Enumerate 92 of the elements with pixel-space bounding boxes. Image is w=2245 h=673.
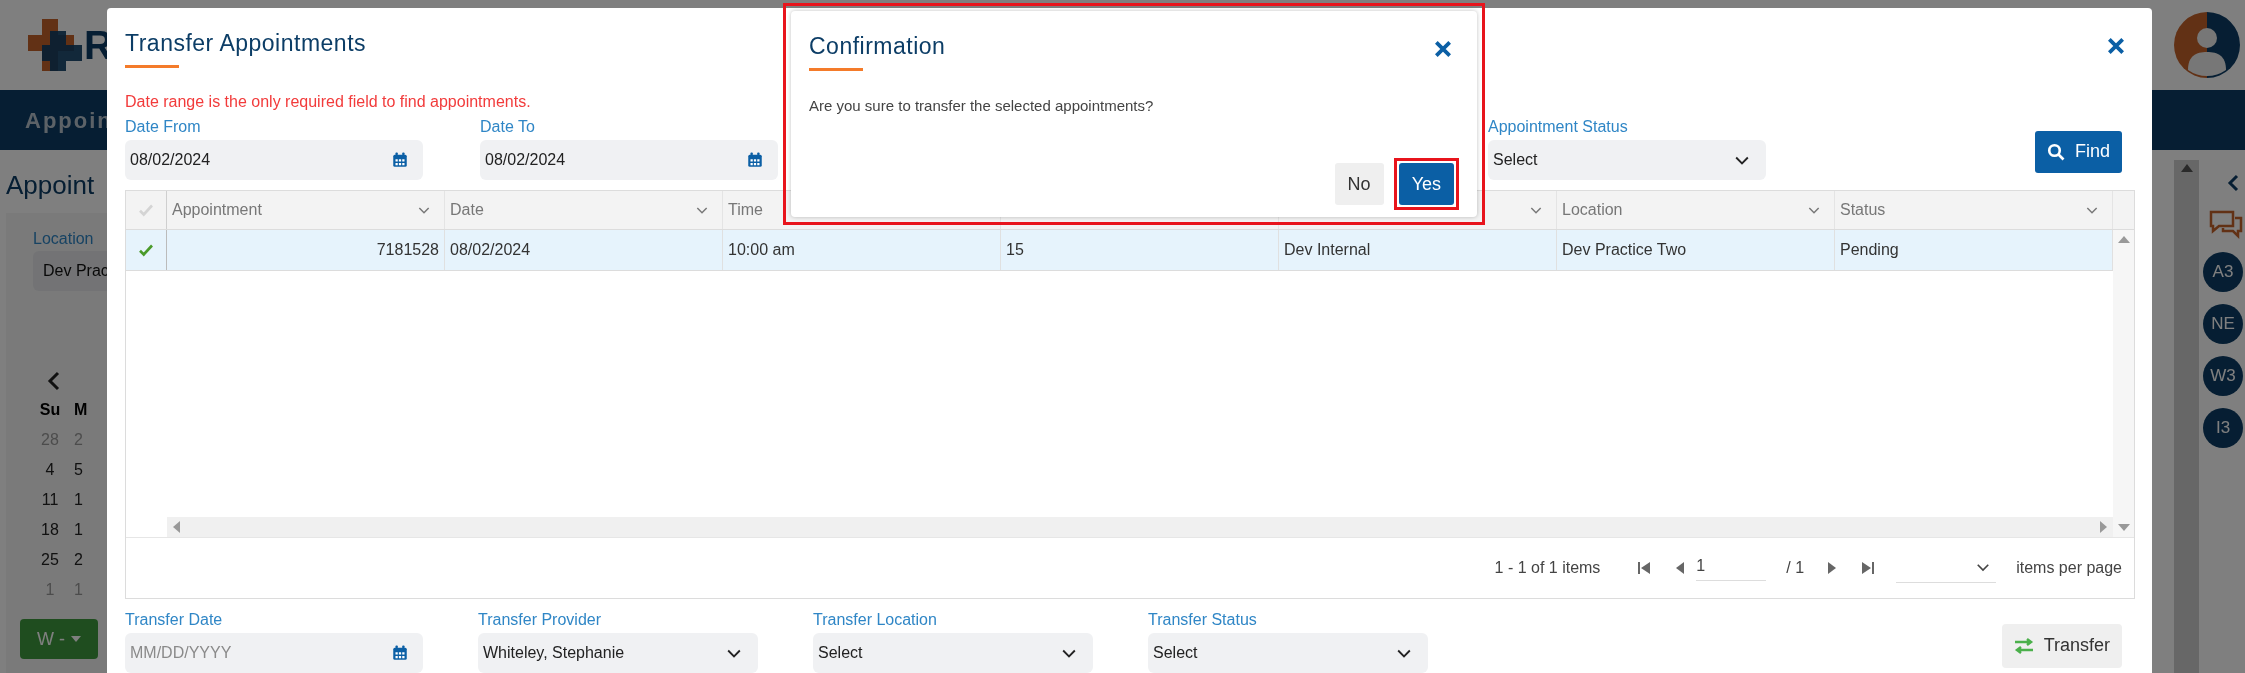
close-icon[interactable] [2106, 36, 2126, 56]
date-field[interactable]: 08/02/2024 [125, 139, 423, 180]
column-title: Appointment [172, 199, 262, 220]
table-cell-text: 10:00 am [728, 239, 795, 260]
column-header[interactable]: Appointment [167, 190, 445, 229]
field-label: Transfer Date [125, 609, 224, 630]
column-title: Date [450, 199, 484, 220]
user-badge[interactable]: I3 [2203, 408, 2243, 448]
select-field[interactable]: Select [813, 632, 1093, 673]
dialog-title: Confirmation [809, 32, 946, 61]
date-field[interactable]: MM/DD/YYYY [125, 632, 423, 673]
calendar-day[interactable]: 2 [70, 545, 106, 575]
table-cell-text: 08/02/2024 [450, 239, 531, 260]
calendar-day[interactable]: 11 [30, 485, 70, 515]
calendar-icon[interactable] [391, 150, 409, 169]
calendar-icon[interactable] [391, 643, 409, 662]
swap-arrows-icon [2013, 637, 2034, 654]
field-value: Select [1153, 642, 1198, 663]
column-title: Status [1840, 199, 1886, 220]
horizontal-scrollbar[interactable] [167, 516, 2113, 537]
last-page-icon[interactable] [1860, 559, 1877, 576]
table-cell-text: Pending [1840, 239, 1899, 260]
table-cell-text: Dev Practice Two [1562, 239, 1687, 260]
user-badge[interactable]: W3 [2203, 356, 2243, 396]
chat-bubbles-icon[interactable] [2209, 210, 2243, 240]
user-badge[interactable]: A3 [2203, 252, 2243, 292]
calendar-day[interactable]: 25 [30, 545, 70, 575]
dialog-button[interactable]: No [1334, 163, 1384, 205]
field-value: Whiteley, Stephanie [483, 642, 625, 663]
field-label: Location [33, 229, 94, 249]
chevron-left-icon[interactable] [2227, 174, 2239, 192]
dialog-button[interactable]: Yes [1398, 163, 1454, 205]
plus-logo-icon [28, 19, 82, 71]
field-value: 08/02/2024 [485, 149, 566, 170]
vertical-scrollbar[interactable] [2113, 229, 2134, 537]
transfer-button[interactable]: Transfer [2001, 623, 2122, 668]
scroll-up-icon [2180, 164, 2193, 172]
table-cell-text: 7181528 [376, 239, 439, 260]
select-field[interactable]: Select [1488, 139, 1766, 180]
page-heading: Appoint [6, 169, 95, 202]
search-icon [2047, 142, 2065, 161]
column-header[interactable]: Location [1557, 190, 1835, 229]
calendar-day[interactable]: 18 [30, 515, 70, 545]
dialog-title: Transfer Appointments [125, 29, 367, 58]
table-cell-text: 15 [1006, 239, 1024, 260]
select-field[interactable]: Whiteley, Stephanie [478, 632, 758, 673]
calendar-icon[interactable] [746, 150, 764, 169]
weekday-label: M [73, 400, 89, 420]
scroll-left-icon [173, 520, 180, 533]
scroll-right-icon [2100, 520, 2107, 533]
caret-icon [71, 636, 81, 642]
page-input[interactable]: 1 [1696, 554, 1767, 581]
scroll-down-icon [2117, 523, 2130, 531]
field-label: Appointment Status [1488, 116, 1629, 137]
avatar-icon[interactable] [2174, 12, 2240, 78]
column-title: Location [1562, 199, 1623, 220]
page-total: / 1 [1786, 557, 1805, 578]
field-label: Transfer Provider [478, 609, 602, 630]
field-label: Transfer Status [1148, 609, 1258, 630]
calendar-day[interactable]: 4 [30, 455, 70, 485]
first-page-icon[interactable] [1636, 559, 1653, 576]
scrollbar[interactable] [2174, 160, 2199, 673]
calendar-day[interactable]: 5 [70, 455, 106, 485]
field-placeholder: MM/DD/YYYY [130, 642, 232, 663]
weekday-label: Su [38, 400, 62, 420]
user-badge[interactable]: NE [2203, 304, 2243, 344]
scroll-up-icon [2117, 235, 2130, 243]
calendar-day[interactable]: 1 [70, 485, 106, 515]
field-label: Date To [480, 116, 536, 137]
view-dropdown-button[interactable]: W - [20, 619, 98, 659]
date-field[interactable]: 08/02/2024 [480, 139, 778, 180]
select-field[interactable]: Select [1148, 632, 1428, 673]
field-value: 08/02/2024 [130, 149, 211, 170]
confirmation-message: Are you sure to transfer the selected appointments? [809, 95, 1154, 116]
field-value: 1 [1696, 557, 1706, 574]
column-header[interactable]: Status [1835, 190, 2113, 229]
field-value: Select [818, 642, 863, 663]
column-title: Time [728, 199, 763, 220]
field-value: Dev Prac [43, 261, 109, 281]
table-row[interactable]: 7181528 08/02/2024 10:00 am 15 Dev Internal Dev Practice Two Pending [126, 229, 2113, 271]
find-button[interactable]: Find [2035, 130, 2122, 173]
column-header[interactable]: Date [445, 190, 723, 229]
field-label: Date From [125, 116, 202, 137]
calendar-day[interactable]: 1 [70, 515, 106, 545]
required-note: Date range is the only required field to find appointments. [125, 91, 531, 112]
field-value: Select [1493, 149, 1538, 170]
pager-label: items per page [2016, 557, 2122, 578]
chevron-left-icon[interactable] [47, 371, 61, 391]
field-label: Transfer Location [813, 609, 938, 630]
pager-summary: 1 - 1 of 1 items [1494, 557, 1601, 578]
close-icon[interactable] [1433, 39, 1453, 59]
table-cell-text: Dev Internal [1284, 239, 1371, 260]
